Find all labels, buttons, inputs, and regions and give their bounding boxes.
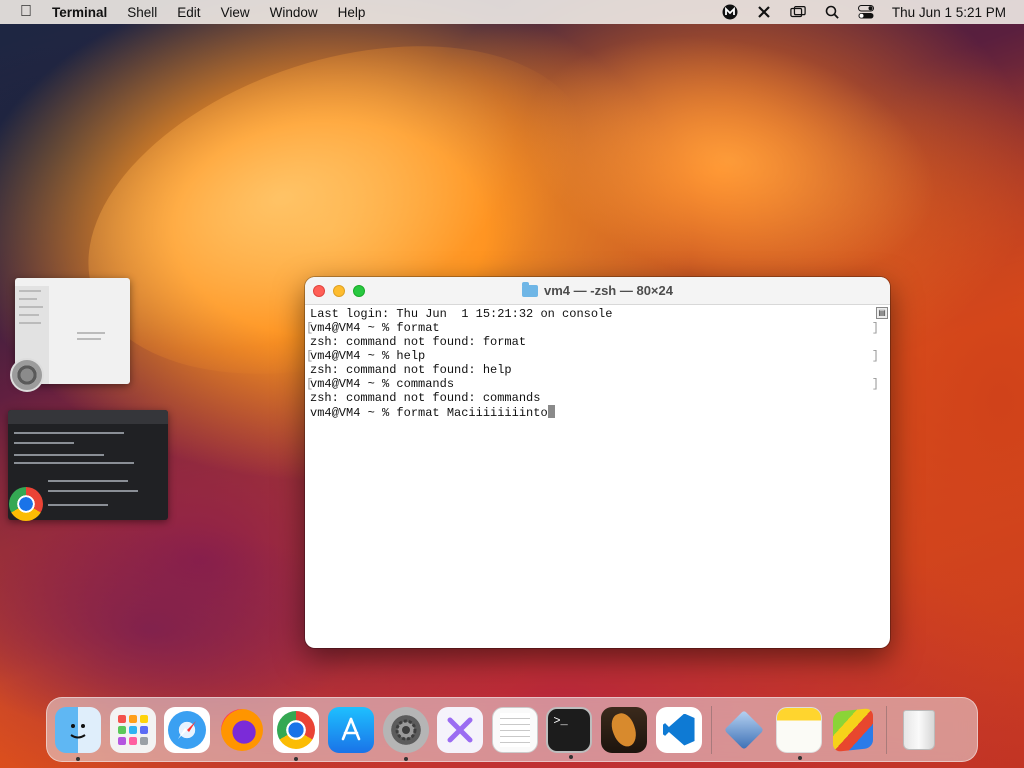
running-indicator	[797, 755, 802, 760]
menu-bar:  Terminal Shell Edit View Window Help T…	[0, 0, 1024, 24]
menu-help[interactable]: Help	[338, 5, 366, 20]
dock-vscode[interactable]	[655, 706, 702, 753]
text-cursor	[547, 405, 555, 418]
dock-notes[interactable]	[775, 706, 822, 760]
chrome-app-icon	[9, 487, 43, 521]
apple-menu-icon[interactable]: 	[0, 3, 52, 21]
trash-icon	[902, 709, 935, 750]
terminal-titlebar[interactable]: vm4 — -zsh — 80×24	[305, 277, 890, 305]
running-indicator	[76, 756, 80, 761]
terminal-line: [vm4@VM4 ~ % help]	[306, 349, 879, 363]
menu-edit[interactable]: Edit	[177, 5, 200, 20]
dock-finder[interactable]	[55, 706, 101, 761]
app-store-icon	[341, 717, 361, 740]
firefox-icon	[220, 708, 263, 751]
dock-garageband[interactable]	[600, 706, 647, 753]
textedit-icon	[499, 712, 530, 747]
safari-icon	[168, 710, 207, 749]
dock-chrome[interactable]	[273, 706, 320, 761]
dock-separator	[711, 705, 713, 754]
dock-app-store[interactable]	[327, 706, 374, 753]
chrome-icon	[277, 710, 316, 749]
menu-window[interactable]: Window	[270, 5, 318, 20]
terminal-line: Last login: Thu Jun 1 15:21:32 on consol…	[310, 307, 613, 321]
running-indicator	[294, 756, 299, 761]
menu-view[interactable]: View	[221, 5, 250, 20]
terminal-icon: >_	[553, 713, 568, 728]
terminal-line: [vm4@VM4 ~ % format]	[306, 321, 879, 335]
menu-shell[interactable]: Shell	[127, 5, 157, 20]
control-center-icon[interactable]	[857, 4, 874, 20]
utm-icon	[447, 717, 473, 742]
dock-textedit[interactable]	[491, 706, 538, 753]
malwarebytes-icon[interactable]	[722, 4, 738, 20]
menu-app-name[interactable]: Terminal	[52, 5, 107, 20]
terminal-line: zsh: command not found: format	[310, 335, 527, 349]
running-indicator	[403, 756, 408, 761]
dock-firefox[interactable]	[219, 707, 265, 753]
terminal-line: [vm4@VM4 ~ % commands]	[306, 377, 879, 391]
terminal-window[interactable]: vm4 — -zsh — 80×24 ▤ Last login: Thu Jun…	[305, 277, 890, 648]
dock-virtualbox[interactable]	[721, 707, 767, 753]
zoom-button[interactable]	[353, 285, 365, 297]
dock-bluestacks[interactable]	[830, 707, 876, 753]
system-settings-app-icon	[10, 358, 44, 392]
terminal-output[interactable]: Last login: Thu Jun 1 15:21:32 on consol…	[305, 305, 890, 648]
dock: >_	[46, 697, 978, 762]
dock-safari[interactable]	[164, 706, 211, 753]
launchpad-icon	[117, 714, 148, 745]
dock-terminal[interactable]: >_	[546, 706, 593, 759]
bluestacks-icon	[833, 707, 874, 752]
dock-system-settings[interactable]	[382, 706, 429, 761]
virtualbox-icon	[724, 709, 764, 750]
screen-mirror-icon[interactable]	[790, 4, 806, 20]
guitar-icon	[607, 709, 641, 750]
dock-trash[interactable]	[896, 707, 942, 753]
menubar-clock[interactable]: Thu Jun 1 5:21 PM	[892, 5, 1006, 20]
running-indicator	[569, 754, 574, 759]
gear-icon	[395, 719, 417, 740]
vscode-icon	[662, 713, 695, 746]
folder-icon	[522, 281, 538, 297]
window-title: vm4 — -zsh — 80×24	[544, 283, 673, 298]
terminal-line: zsh: command not found: help	[310, 363, 512, 377]
xcode-tools-icon[interactable]	[756, 4, 772, 20]
minimize-button[interactable]	[333, 285, 345, 297]
dock-separator	[885, 705, 887, 754]
dock-launchpad[interactable]	[109, 706, 156, 753]
terminal-input-line[interactable]: vm4@VM4 ~ % format Maciiiiiiiinto	[310, 405, 885, 420]
spotlight-search-icon[interactable]	[824, 4, 840, 20]
finder-icon	[70, 723, 86, 738]
close-button[interactable]	[313, 285, 325, 297]
dock-utm[interactable]	[437, 706, 484, 753]
terminal-line: zsh: command not found: commands	[310, 391, 541, 405]
